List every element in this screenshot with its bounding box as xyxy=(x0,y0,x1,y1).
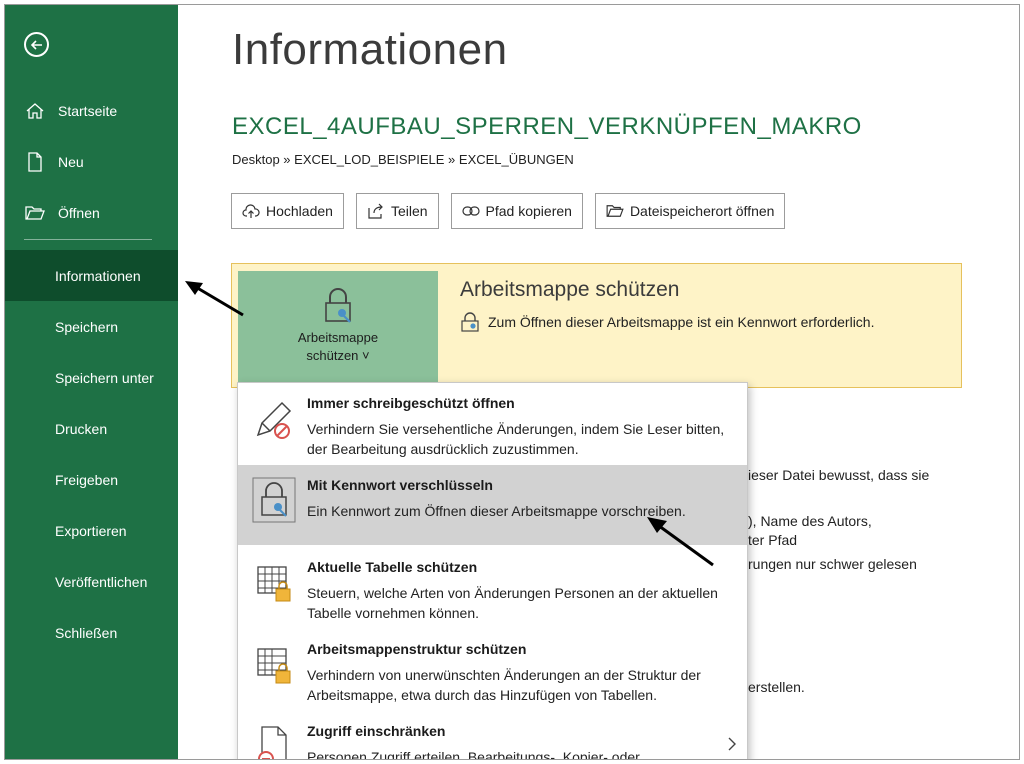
menu-item-restrict-access[interactable]: Zugriff einschränken Personen Zugriff er… xyxy=(238,711,747,760)
excel-backstage-window: Startseite Neu Öffnen Informationen Spei… xyxy=(4,4,1020,760)
sidebar-item-label: Veröffentlichen xyxy=(55,573,148,590)
copy-path-button[interactable]: Pfad kopieren xyxy=(450,193,583,229)
sidebar-item-exportieren[interactable]: Exportieren xyxy=(5,505,178,556)
link-icon xyxy=(461,202,480,220)
sidebar-item-label: Speichern xyxy=(55,318,119,335)
menu-item-title: Zugriff einschränken xyxy=(307,723,446,739)
protect-button-line1: Arbeitsmappe xyxy=(297,330,379,345)
lock-key-icon xyxy=(325,288,351,323)
page-title: Informationen xyxy=(232,25,508,74)
sidebar-item-speichern[interactable]: Speichern xyxy=(5,301,178,352)
protect-description: Zum Öffnen dieser Arbeitsmappe ist ein K… xyxy=(460,312,874,332)
sidebar-item-label: Drucken xyxy=(55,420,108,437)
sidebar-item-label: Startseite xyxy=(58,102,118,119)
sidebar-item-label: Exportieren xyxy=(55,522,127,539)
sidebar-item-label: Schließen xyxy=(55,624,118,641)
menu-item-description: Verhindern Sie versehentliche Änderungen… xyxy=(307,421,725,457)
sidebar-item-schliessen[interactable]: Schließen xyxy=(5,607,178,658)
workbook-lock-icon xyxy=(257,648,291,684)
background-text: erstellen. xyxy=(748,679,805,695)
menu-item-title: Immer schreibgeschützt öffnen xyxy=(307,395,515,411)
copy-path-label: Pfad kopieren xyxy=(485,203,572,219)
share-label: Teilen xyxy=(390,203,428,219)
protect-description-text: Zum Öffnen dieser Arbeitsmappe ist ein K… xyxy=(488,314,875,330)
menu-item-description: Steuern, welche Arten von Änderungen Per… xyxy=(307,585,718,621)
protect-button-line2: schützen ˅ xyxy=(306,348,370,363)
breadcrumb: Desktop » EXCEL_LOD_BEISPIELE » EXCEL_ÜB… xyxy=(232,152,574,167)
sidebar-main-nav: Informationen Speichern Speichern unter … xyxy=(5,250,178,658)
sidebar-top-nav: Startseite Neu Öffnen xyxy=(5,85,178,238)
sidebar-item-drucken[interactable]: Drucken xyxy=(5,403,178,454)
sidebar-item-label: Speichern unter xyxy=(55,369,154,386)
pencil-no-icon xyxy=(256,401,292,439)
menu-item-always-read-only[interactable]: Immer schreibgeschützt öffnen Verhindern… xyxy=(238,383,747,463)
share-icon xyxy=(367,202,385,220)
new-document-icon xyxy=(24,151,46,172)
protect-workbook-panel: Arbeitsmappe schützen ˅ Arbeitsmappe sch… xyxy=(231,263,962,388)
menu-item-title: Arbeitsmappenstruktur schützen xyxy=(307,641,527,657)
backstage-sidebar: Startseite Neu Öffnen Informationen Spei… xyxy=(5,5,178,759)
file-name: EXCEL_4AUFBAU_SPERREN_VERKNÜPFEN_MAKRO xyxy=(232,113,862,140)
background-text: ter Pfad xyxy=(748,532,798,548)
menu-item-description: Personen Zugriff erteilen, Bearbeitungs-… xyxy=(307,749,640,760)
upload-button[interactable]: Hochladen xyxy=(231,193,344,229)
menu-item-title: Aktuelle Tabelle schützen xyxy=(307,559,478,575)
sidebar-item-label: Freigeben xyxy=(55,471,119,488)
menu-item-title: Mit Kennwort verschlüsseln xyxy=(307,477,493,493)
background-text: rungen nur schwer gelesen xyxy=(748,556,917,572)
back-button[interactable] xyxy=(24,32,49,57)
home-icon xyxy=(24,101,46,121)
folder-open-icon xyxy=(24,203,46,223)
sidebar-item-oeffnen[interactable]: Öffnen xyxy=(5,187,178,238)
sidebar-item-label: Öffnen xyxy=(58,204,100,221)
sidebar-item-label: Informationen xyxy=(55,267,141,284)
sidebar-item-label: Neu xyxy=(58,153,84,170)
upload-label: Hochladen xyxy=(266,203,333,219)
sidebar-item-freigeben[interactable]: Freigeben xyxy=(5,454,178,505)
sidebar-item-neu[interactable]: Neu xyxy=(5,136,178,187)
lock-key-icon xyxy=(461,312,479,332)
document-restrict-icon xyxy=(258,726,287,759)
open-location-label: Dateispeicherort öffnen xyxy=(629,203,775,219)
menu-item-protect-structure[interactable]: Arbeitsmappenstruktur schützen Verhinder… xyxy=(238,629,747,709)
sidebar-item-speichern-unter[interactable]: Speichern unter xyxy=(5,352,178,403)
file-actions: Hochladen Teilen Pfad kopieren Dateispei… xyxy=(231,193,786,229)
background-text: ieser Datei bewusst, dass sie xyxy=(748,467,930,483)
sidebar-item-veroeffentlichen[interactable]: Veröffentlichen xyxy=(5,556,178,607)
share-button[interactable]: Teilen xyxy=(355,193,439,229)
sheet-lock-icon xyxy=(257,566,291,602)
protect-title: Arbeitsmappe schützen xyxy=(460,278,680,301)
annotation-arrow-icon xyxy=(647,517,714,567)
lock-key-icon xyxy=(252,477,296,523)
arrow-left-icon xyxy=(30,39,42,50)
sidebar-item-informationen[interactable]: Informationen xyxy=(5,250,178,301)
menu-item-description: Verhindern von unerwünschten Änderungen … xyxy=(307,667,701,703)
chevron-right-icon xyxy=(728,737,736,751)
protect-workbook-button[interactable]: Arbeitsmappe schützen ˅ xyxy=(238,271,438,383)
protect-workbook-menu: Immer schreibgeschützt öffnen Verhindern… xyxy=(237,382,748,760)
annotation-arrow-icon xyxy=(185,281,244,317)
sidebar-divider xyxy=(24,239,152,240)
cloud-upload-icon xyxy=(242,202,260,220)
sidebar-item-startseite[interactable]: Startseite xyxy=(5,85,178,136)
background-text: ), Name des Autors, xyxy=(748,513,872,529)
open-location-button[interactable]: Dateispeicherort öffnen xyxy=(594,193,786,229)
folder-open-icon xyxy=(606,202,624,220)
